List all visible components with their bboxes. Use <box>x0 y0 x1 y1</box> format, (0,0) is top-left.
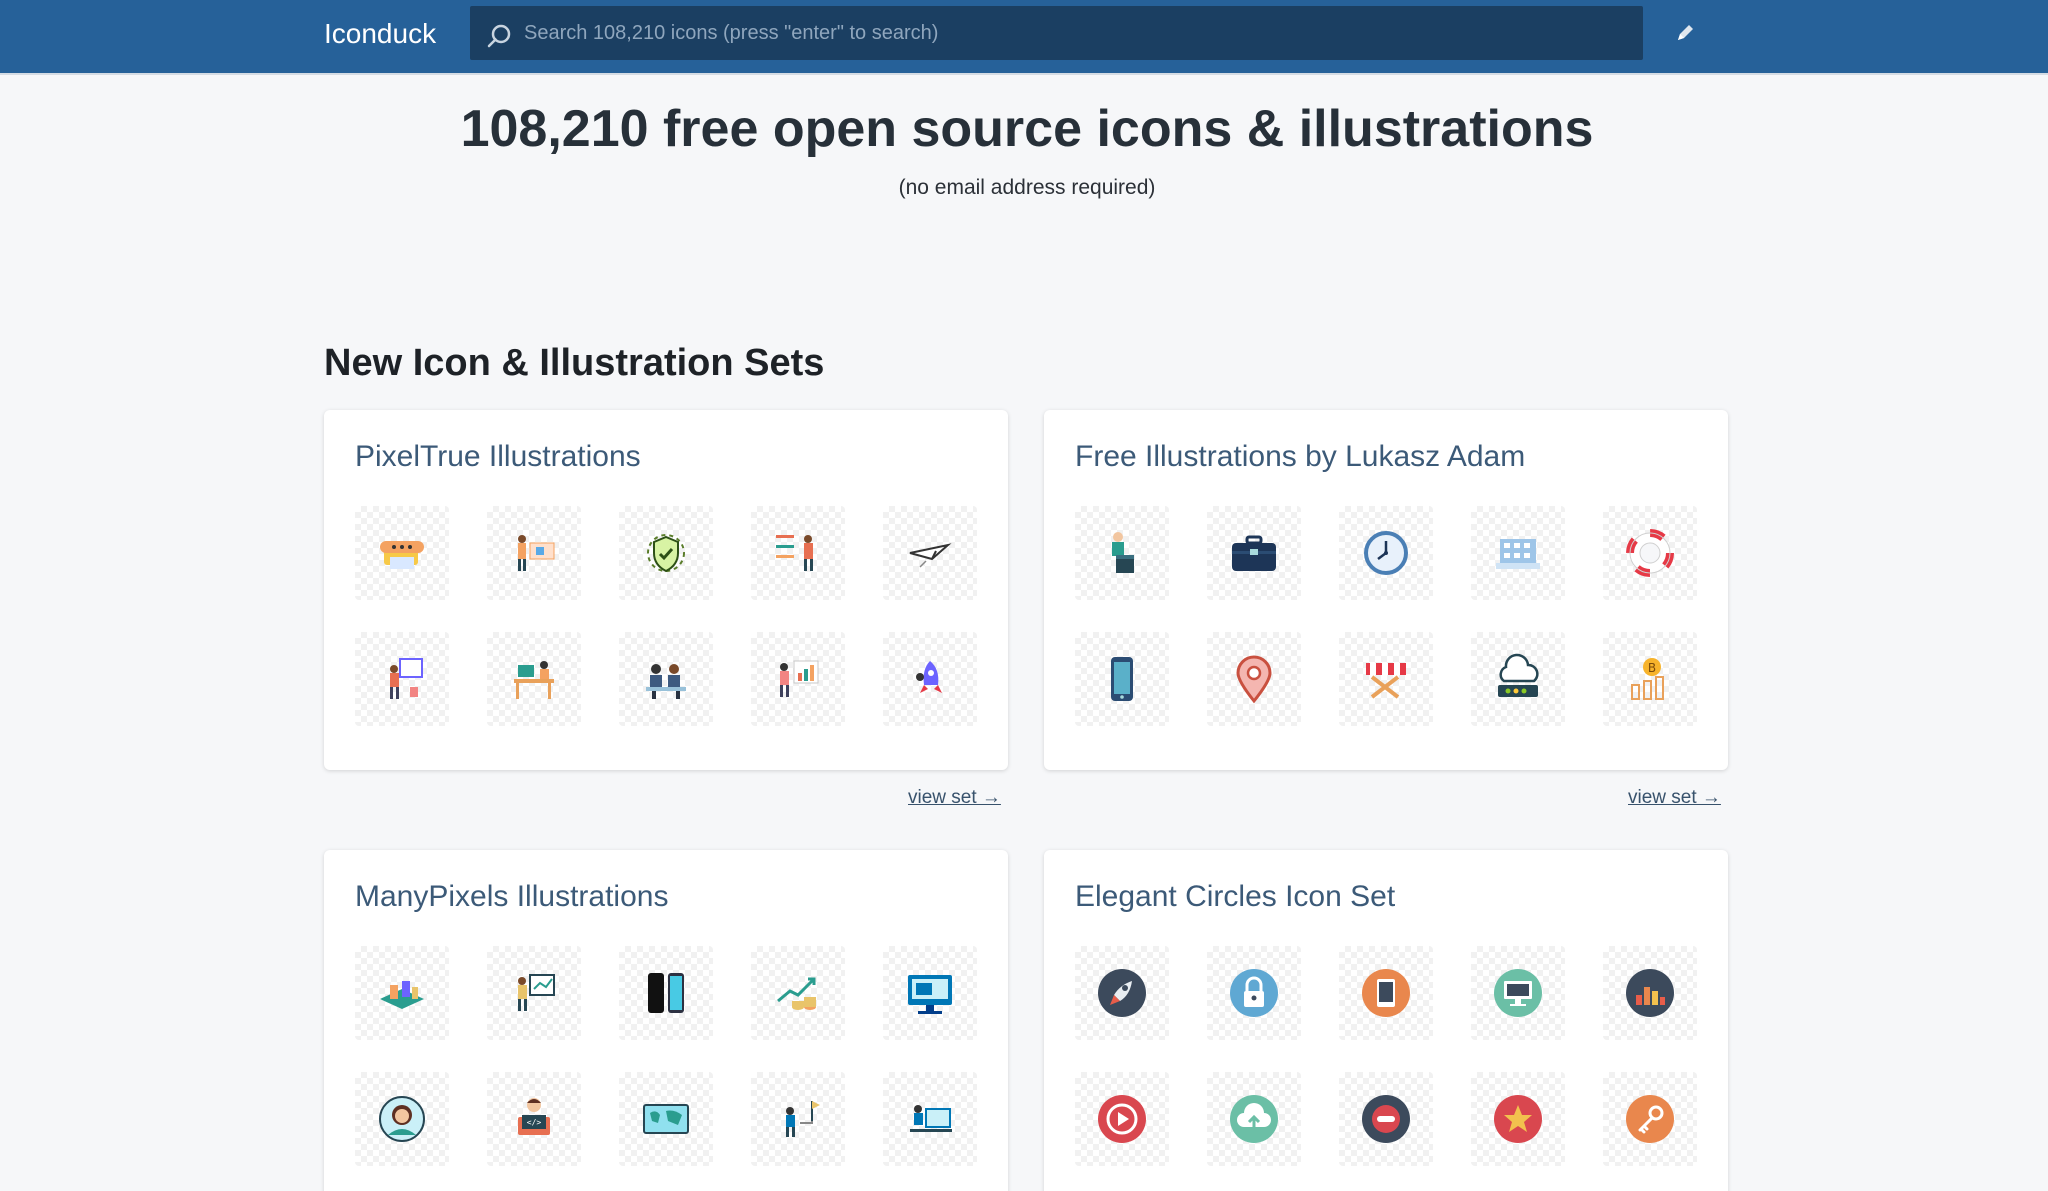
set-card-manypixels[interactable]: ManyPixels Illustrations </> <box>324 850 1008 1191</box>
search-bar[interactable] <box>470 6 1643 60</box>
developer-laptop-illustration[interactable]: </> <box>487 1072 581 1166</box>
scroll-chat-illustration[interactable] <box>355 506 449 600</box>
rocket-person-illustration[interactable] <box>883 632 977 726</box>
team-meeting-illustration[interactable] <box>619 632 713 726</box>
desktop-monitor-illustration[interactable] <box>883 946 977 1040</box>
checklist-person-illustration[interactable] <box>751 506 845 600</box>
search-icon <box>487 24 511 48</box>
key-circle-icon[interactable] <box>1603 1072 1697 1166</box>
person-at-whiteboard-illustration[interactable] <box>355 632 449 726</box>
icon-grid <box>355 506 979 730</box>
briefcase-illustration[interactable] <box>1207 506 1301 600</box>
search-input[interactable] <box>524 6 1624 60</box>
presentation-board-illustration[interactable] <box>487 506 581 600</box>
set-title[interactable]: PixelTrue Illustrations <box>355 438 641 476</box>
view-set-link[interactable]: view set → <box>1628 786 1721 810</box>
woman-avatar-illustration[interactable] <box>355 1072 449 1166</box>
rocket-circle-icon[interactable] <box>1075 946 1169 1040</box>
growth-coins-illustration[interactable] <box>751 946 845 1040</box>
building-illustration[interactable] <box>1471 506 1565 600</box>
star-circle-icon[interactable] <box>1471 1072 1565 1166</box>
section-title: New Icon & Illustration Sets <box>324 342 825 384</box>
man-at-podium-illustration[interactable] <box>1075 506 1169 600</box>
tablet-circle-icon[interactable] <box>1339 946 1433 1040</box>
svg-text:B: B <box>1648 661 1656 675</box>
icon-grid <box>1075 946 1699 1170</box>
play-circle-icon[interactable] <box>1075 1072 1169 1166</box>
barrier-illustration[interactable] <box>1339 632 1433 726</box>
monitor-circle-icon[interactable] <box>1471 946 1565 1040</box>
bitcoin-chart-illustration[interactable]: B <box>1603 632 1697 726</box>
set-title[interactable]: Free Illustrations by Lukasz Adam <box>1075 438 1525 476</box>
paper-plane-illustration[interactable] <box>883 506 977 600</box>
svg-text:</>: </> <box>527 1118 542 1127</box>
page-subtitle: (no email address required) <box>898 176 1156 199</box>
top-navbar: Iconduck <box>0 0 2048 75</box>
goal-flag-illustration[interactable] <box>751 1072 845 1166</box>
set-card-elegant-circles[interactable]: Elegant Circles Icon Set <box>1044 850 1728 1191</box>
equalizer-circle-icon[interactable] <box>1603 946 1697 1040</box>
brand-logo[interactable]: Iconduck <box>324 16 436 52</box>
map-pin-illustration[interactable] <box>1207 632 1301 726</box>
icon-grid: </> <box>355 946 979 1170</box>
minus-circle-icon[interactable] <box>1339 1072 1433 1166</box>
teacher-board-illustration[interactable] <box>487 946 581 1040</box>
view-set-link[interactable]: view set → <box>908 786 1001 810</box>
page-title: 108,210 free open source icons & illustr… <box>460 100 1594 158</box>
set-card-lukasz-adam[interactable]: Free Illustrations by Lukasz Adam B <box>1044 410 1728 770</box>
lifebuoy-illustration[interactable] <box>1603 506 1697 600</box>
world-map-illustration[interactable] <box>619 1072 713 1166</box>
cloud-upload-circle-icon[interactable] <box>1207 1072 1301 1166</box>
lock-circle-icon[interactable] <box>1207 946 1301 1040</box>
set-card-pixeltrue[interactable]: PixelTrue Illustrations <box>324 410 1008 770</box>
smartphones-illustration[interactable] <box>619 946 713 1040</box>
shield-virus-illustration[interactable] <box>619 506 713 600</box>
pencil-icon[interactable] <box>1674 22 1696 44</box>
set-title[interactable]: ManyPixels Illustrations <box>355 878 668 916</box>
isometric-city-illustration[interactable] <box>355 946 449 1040</box>
person-with-chart-illustration[interactable] <box>751 632 845 726</box>
icon-grid: B <box>1075 506 1699 730</box>
cloud-server-illustration[interactable] <box>1471 632 1565 726</box>
set-title[interactable]: Elegant Circles Icon Set <box>1075 878 1395 916</box>
desk-worker-illustration[interactable] <box>487 632 581 726</box>
office-worker-illustration[interactable] <box>883 1072 977 1166</box>
clock-illustration[interactable] <box>1339 506 1433 600</box>
smartphone-illustration[interactable] <box>1075 632 1169 726</box>
